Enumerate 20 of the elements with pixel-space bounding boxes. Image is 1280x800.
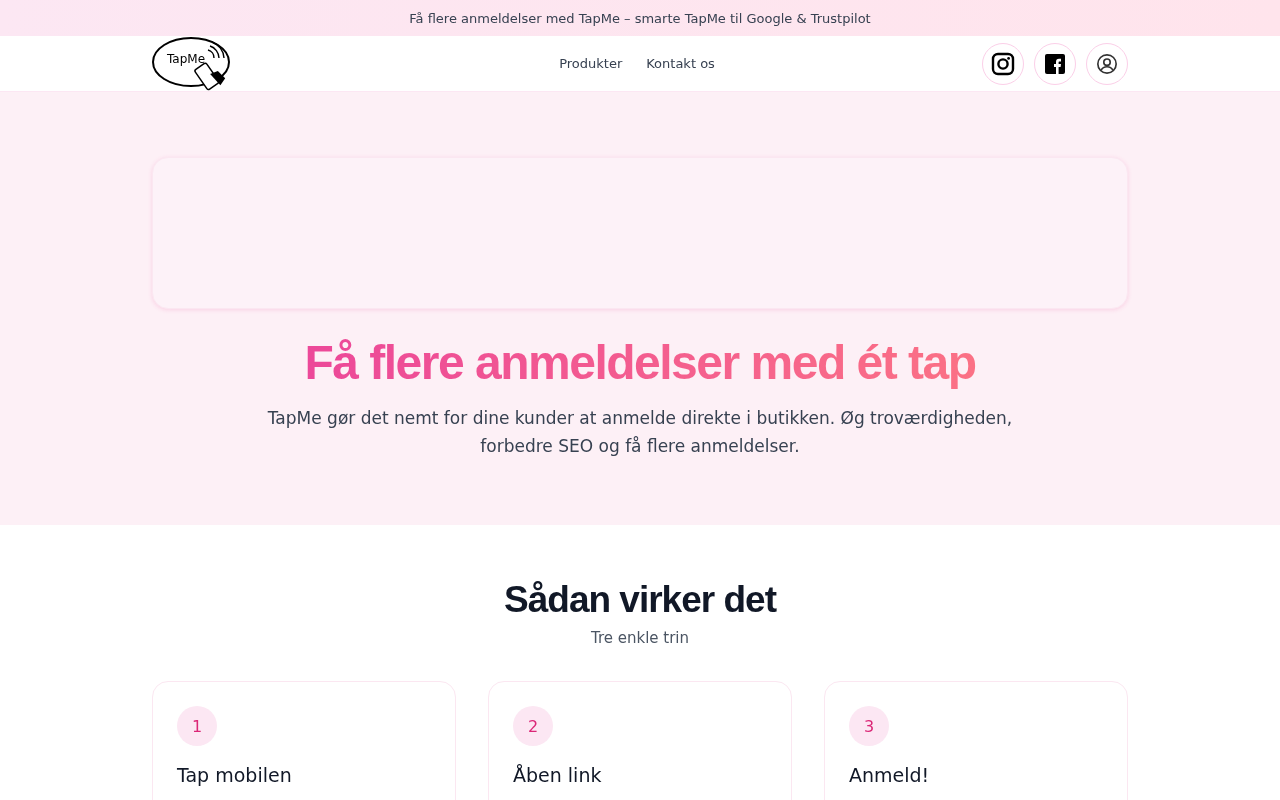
section-title: Sådan virker det — [504, 579, 776, 621]
step-number: 2 — [513, 706, 553, 746]
step-title: Åben link — [513, 764, 603, 786]
instagram-button[interactable] — [982, 42, 1024, 85]
logo[interactable]: TapMe — [152, 35, 232, 92]
nav-link[interactable]: Kontakt os — [646, 56, 715, 71]
account-button[interactable] — [1086, 42, 1128, 85]
instagram-icon — [991, 51, 1015, 76]
step-title: Anmeld! — [849, 764, 931, 786]
user-icon — [1096, 52, 1118, 75]
hero-text: TapMe gør det nemt for dine kunder at anmelde direkte i butikken. Øg troværdigheden, forbedre SEO og få flere anmeldelser. — [266, 407, 1014, 458]
section-subtitle: Tre enkle trin — [590, 629, 690, 647]
facebook-icon — [1045, 53, 1065, 74]
announcement-text: Få flere anmeldelser med TapMe – smarte TapMe til Google & Trustpilot — [409, 10, 871, 26]
step-number: 1 — [177, 706, 217, 746]
step-number: 3 — [849, 706, 889, 746]
nav-link[interactable]: Produkter — [559, 56, 623, 71]
step-title: Tap mobilen — [177, 764, 293, 786]
facebook-button[interactable] — [1034, 42, 1076, 85]
logo-text: TapMe — [167, 51, 206, 66]
